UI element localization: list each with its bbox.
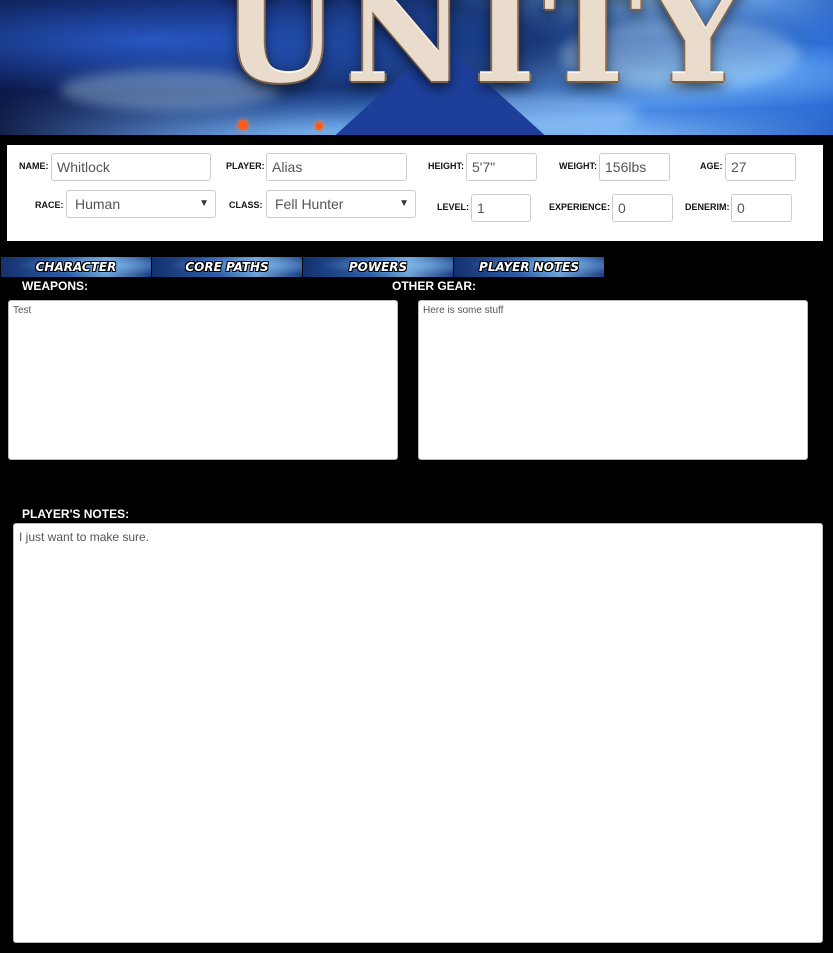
players-notes-textarea[interactable]: I just want to make sure. (13, 523, 823, 943)
tab-character[interactable]: CHARACTER (1, 257, 151, 277)
weight-label: WEIGHT: (559, 161, 597, 171)
age-label: AGE: (700, 161, 723, 171)
tab-powers[interactable]: POWERS (303, 257, 453, 277)
players-notes-heading: PLAYER'S NOTES: (22, 507, 130, 521)
chevron-down-icon: ▼ (399, 198, 409, 209)
class-select[interactable]: Fell Hunter ▼ (266, 190, 416, 218)
name-field[interactable]: Whitlock (51, 153, 211, 181)
weight-field[interactable]: 156lbs (599, 153, 670, 181)
character-info-panel: NAME: Whitlock PLAYER: Alias HEIGHT: 5'7… (7, 145, 823, 241)
banner-glowing-eye (315, 122, 323, 130)
other-gear-heading: OTHER GEAR: (392, 279, 476, 293)
experience-label: EXPERIENCE: (549, 202, 611, 212)
chevron-down-icon: ▼ (199, 198, 209, 209)
class-select-value: Fell Hunter (275, 196, 344, 212)
race-select[interactable]: Human ▼ (66, 190, 216, 218)
player-label: PLAYER: (226, 161, 265, 171)
player-field[interactable]: Alias (266, 153, 407, 181)
weapons-heading: WEAPONS: (22, 279, 88, 293)
weapons-textarea[interactable]: Test (8, 300, 398, 460)
tab-player-notes[interactable]: PLAYER NOTES (454, 257, 604, 277)
experience-field[interactable]: 0 (612, 194, 673, 222)
level-field[interactable]: 1 (471, 194, 531, 222)
other-gear-textarea[interactable]: Here is some stuff (418, 300, 808, 460)
race-select-value: Human (75, 196, 121, 212)
tab-core-paths[interactable]: CORE PATHS (152, 257, 302, 277)
height-label: HEIGHT: (428, 161, 464, 171)
race-label: RACE: (35, 200, 64, 210)
class-label: CLASS: (229, 200, 263, 210)
height-field[interactable]: 5'7" (466, 153, 537, 181)
level-label: LEVEL: (437, 202, 470, 212)
unity-logo: UNITY (222, 0, 752, 113)
name-label: NAME: (19, 161, 49, 171)
banner-glowing-eye (238, 120, 248, 130)
age-field[interactable]: 27 (725, 153, 796, 181)
header-banner: UNITY (0, 0, 833, 135)
denerim-field[interactable]: 0 (731, 194, 792, 222)
denerim-label: DENERIM: (685, 202, 730, 212)
